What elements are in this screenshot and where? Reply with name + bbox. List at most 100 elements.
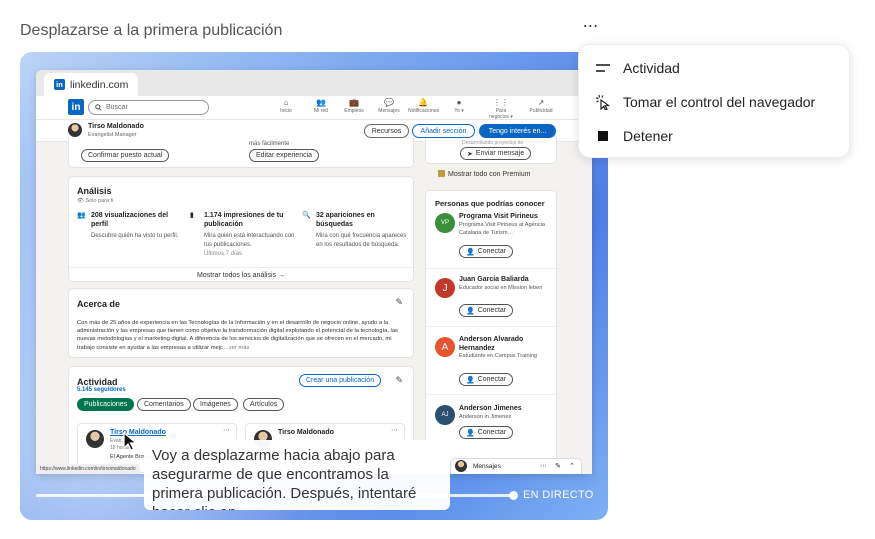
browser-window: in linkedin.com in Buscar ⌂ Inicio 👥 Mi re… bbox=[36, 70, 592, 474]
connect-button[interactable]: 👤 Conectar bbox=[459, 373, 514, 386]
post-more-icon[interactable]: ⋯ bbox=[223, 426, 230, 434]
nav-item-mi-red[interactable]: 👥 Mi red bbox=[306, 98, 336, 114]
browser-tabbar: in linkedin.com bbox=[36, 70, 592, 96]
show-all-analytics-link[interactable]: Mostrar todos los análisis → bbox=[69, 267, 413, 283]
browser-status-url: https://www.linkedin.com/in/tirsomaldona… bbox=[36, 464, 140, 474]
network-icon: 👥 bbox=[316, 98, 326, 107]
premium-icon bbox=[438, 170, 445, 177]
add-person-icon: 👤 bbox=[466, 307, 475, 315]
stop-square-icon bbox=[595, 128, 611, 144]
people-you-may-know-card: Personas que podrías conocer VP Programa… bbox=[425, 190, 562, 474]
edit-experience-button[interactable]: Editar experiencia bbox=[249, 149, 320, 162]
briefcase-icon: 💼 bbox=[349, 98, 359, 107]
tab-comentarios[interactable]: Comentarios bbox=[137, 398, 191, 411]
mouse-cursor-icon bbox=[123, 432, 138, 451]
linkedin-logo-icon[interactable]: in bbox=[68, 99, 84, 115]
more-options-icon[interactable]: ⋯ bbox=[581, 19, 601, 40]
messaging-label: Mensajes bbox=[473, 463, 501, 470]
person-item-anderson-jimenes[interactable]: AJ Anderson Jimenes Anderson in Jimenez … bbox=[435, 403, 553, 455]
chevron-up-icon[interactable]: ⌃ bbox=[569, 462, 575, 470]
add-person-icon: 👤 bbox=[466, 429, 475, 437]
nav-item-empleos[interactable]: 💼 Empleos bbox=[339, 98, 369, 114]
agent-caption: Voy a desplazarme hacia abajo para asegu… bbox=[144, 440, 450, 510]
create-post-button[interactable]: Crear una publicación bbox=[299, 374, 382, 387]
people-title: Personas que podrías conocer bbox=[435, 199, 545, 208]
avatar: J bbox=[435, 278, 455, 298]
progress-handle[interactable] bbox=[509, 491, 518, 500]
followers-count[interactable]: 5.145 seguidores bbox=[77, 387, 126, 393]
send-icon: ➤ bbox=[467, 150, 473, 158]
menu-item-detener[interactable]: Detener bbox=[595, 124, 673, 148]
see-more-link[interactable]: …ver más bbox=[223, 345, 249, 351]
analytics-title: Análisis bbox=[77, 186, 112, 196]
send-message-button[interactable]: ➤ Enviar mensaje bbox=[460, 147, 532, 160]
about-text: Con más de 25 años de experiencia en las… bbox=[77, 320, 398, 351]
nav-item-yo[interactable]: ● Yo ▾ bbox=[444, 98, 474, 114]
recursos-button[interactable]: Recursos bbox=[364, 124, 409, 138]
connect-button[interactable]: 👤 Conectar bbox=[459, 245, 514, 258]
edit-pencil-icon[interactable]: ✎ bbox=[395, 297, 403, 308]
task-title: Desplazarse a la primera publicación bbox=[20, 22, 283, 39]
messaging-bar[interactable]: Mensajes ⋯ ✎ ⌃ bbox=[450, 458, 582, 474]
confirm-position-button[interactable]: Confirmar puesto actual bbox=[81, 149, 170, 162]
activity-lines-icon bbox=[595, 60, 611, 76]
tab-imagenes[interactable]: Imágenes bbox=[193, 398, 238, 411]
search-input[interactable]: Buscar bbox=[88, 100, 209, 115]
add-person-icon: 👤 bbox=[466, 248, 475, 256]
post-author[interactable]: Tirso Maldonado bbox=[278, 429, 334, 436]
about-title: Acerca de bbox=[77, 299, 121, 309]
experience-hint-text: más fácilmente bbox=[249, 141, 290, 147]
avatar-icon: ● bbox=[456, 98, 462, 107]
compose-icon[interactable]: ✎ bbox=[555, 462, 561, 470]
experience-card-partial: más fácilmente Confirmar puesto actual E… bbox=[68, 138, 414, 168]
linkedin-navbar: in Buscar ⌂ Inicio 👥 Mi red 💼 Empleos 💬 Mens… bbox=[36, 96, 592, 120]
person-item-juan-garcia[interactable]: J Juan García Baliarda Educador social e… bbox=[426, 276, 562, 334]
analytics-card: Análisis 👁 Solo para ti 👥 208 visualizac… bbox=[68, 176, 414, 282]
nav-item-mensajes[interactable]: 💬 Mensajes bbox=[374, 98, 404, 114]
avatar bbox=[455, 460, 467, 472]
avatar bbox=[86, 430, 104, 448]
person-item-anderson-alvarado[interactable]: A Anderson Alvarado Hernandez Estudiante… bbox=[426, 335, 562, 403]
avatar: AJ bbox=[435, 405, 455, 425]
connect-button[interactable]: 👤 Conectar bbox=[459, 426, 514, 439]
menu-item-label: Detener bbox=[623, 128, 673, 144]
anadir-seccion-button[interactable]: Añadir sección bbox=[412, 124, 475, 138]
menu-item-actividad[interactable]: Actividad bbox=[595, 56, 680, 80]
eye-icon: 👁 bbox=[77, 198, 86, 204]
home-icon: ⌂ bbox=[283, 98, 289, 107]
nav-item-publicidad[interactable]: ↗ Publicidad bbox=[526, 98, 556, 114]
add-person-icon: 👤 bbox=[466, 376, 475, 384]
browser-tab-title: linkedin.com bbox=[70, 78, 129, 91]
edit-pencil-icon[interactable]: ✎ bbox=[395, 375, 403, 386]
nav-item-para-negocios[interactable]: ⋮⋮ Para negocios ▾ bbox=[486, 98, 516, 120]
grid-icon: ⋮⋮ bbox=[493, 98, 509, 107]
post-more-icon[interactable]: ⋯ bbox=[391, 426, 398, 434]
browser-tab[interactable]: in linkedin.com bbox=[44, 73, 139, 96]
company-logo-icon: VP bbox=[435, 213, 455, 233]
cursor-click-icon bbox=[595, 94, 611, 110]
avatar: A bbox=[435, 337, 455, 357]
tab-publicaciones[interactable]: Publicaciones bbox=[77, 398, 135, 411]
about-card: Acerca de ✎ Con más de 25 años de experi… bbox=[68, 288, 414, 358]
message-icon: 💬 bbox=[384, 98, 394, 107]
analytics-private: 👁 Solo para ti bbox=[77, 198, 114, 204]
bell-icon: 🔔 bbox=[418, 98, 428, 107]
people-icon: 👥 bbox=[77, 212, 86, 219]
search-icon: 🔍 bbox=[302, 212, 311, 219]
person-item-visit-pirineus[interactable]: VP Programa Visit Pirineus Programa Visi… bbox=[426, 213, 562, 273]
menu-item-label: Actividad bbox=[623, 60, 680, 76]
ads-icon: ↗ bbox=[537, 98, 545, 107]
nav-item-notificaciones[interactable]: 🔔 Notificaciones bbox=[408, 98, 439, 114]
connect-button[interactable]: 👤 Conectar bbox=[459, 304, 514, 317]
menu-item-label: Tomar el control del navegador bbox=[623, 94, 816, 110]
activity-title: Actividad bbox=[77, 377, 118, 387]
chart-icon: ▮ bbox=[190, 212, 194, 219]
premium-link[interactable]: Mostrar todo con Premium bbox=[438, 170, 530, 178]
agent-session-view: Desplazarse a la primera publicación ⋯ i… bbox=[0, 0, 875, 539]
tengo-interes-button[interactable]: Tengo interés en... bbox=[479, 124, 556, 138]
more-icon[interactable]: ⋯ bbox=[540, 462, 547, 470]
menu-item-tomar-control[interactable]: Tomar el control del navegador bbox=[595, 90, 815, 114]
nav-item-inicio[interactable]: ⌂ Inicio bbox=[271, 98, 301, 114]
tab-articulos[interactable]: Artículos bbox=[243, 398, 285, 411]
search-icon bbox=[95, 104, 102, 111]
